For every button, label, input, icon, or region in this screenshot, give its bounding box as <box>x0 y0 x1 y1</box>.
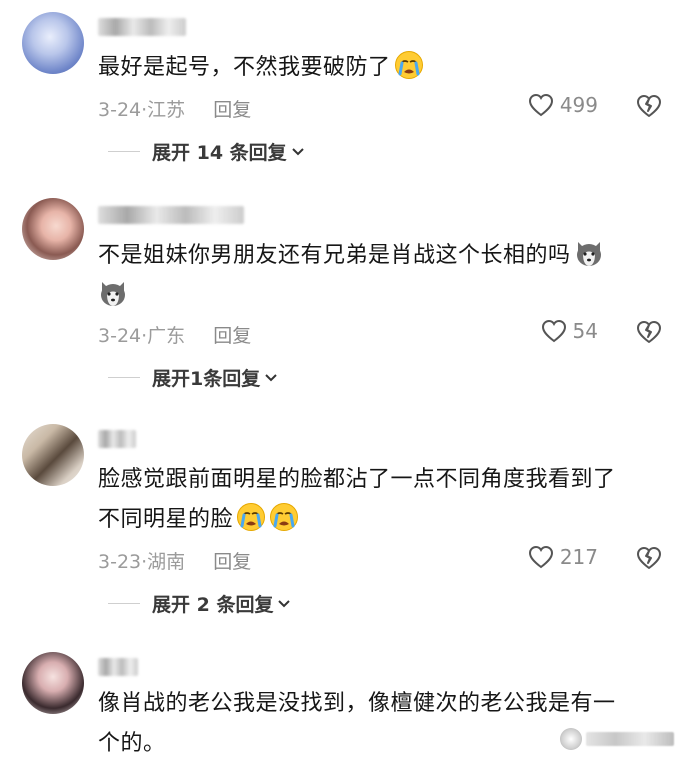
avatar[interactable] <box>22 12 84 74</box>
comment-meta: 3-24·江苏 回复 <box>98 95 251 122</box>
watermark-logo-icon <box>560 728 582 750</box>
crying-face-icon <box>270 503 299 531</box>
reply-button[interactable]: 回复 <box>213 551 251 573</box>
comment-text-line: 不是姐妹你男朋友还有兄弟是肖战这个长相的吗 <box>98 243 571 268</box>
dislike-button[interactable] <box>636 546 662 574</box>
husky-face-icon <box>576 242 601 266</box>
expand-replies-label: 展开1条回复 <box>152 368 261 390</box>
broken-heart-icon <box>637 321 661 343</box>
watermark <box>560 726 678 752</box>
avatar[interactable] <box>22 198 84 260</box>
comment-location: 广东 <box>147 325 186 347</box>
like-button[interactable]: 217 <box>528 545 598 569</box>
comment-text-line: 像肖战的老公我是没找到，像檀健次的老公我是有一 <box>98 691 616 716</box>
crying-face-icon <box>394 51 423 79</box>
heart-icon <box>528 545 553 569</box>
husky-face-icon <box>101 282 125 306</box>
username-blurred[interactable] <box>98 18 186 36</box>
divider <box>108 151 140 152</box>
dislike-button[interactable] <box>636 94 662 122</box>
chevron-down-icon <box>265 373 277 381</box>
username-blurred[interactable] <box>98 430 136 448</box>
broken-heart-icon <box>637 95 661 117</box>
comment-text-line: 最好是起号，不然我要破防了 <box>98 55 391 80</box>
comment-date: 3-24 <box>98 99 142 121</box>
dislike-button[interactable] <box>636 320 662 348</box>
like-button[interactable]: 54 <box>541 319 598 343</box>
watermark-text-blurred <box>586 732 674 746</box>
crying-face-icon <box>237 503 266 531</box>
expand-replies-label: 展开 14 条回复 <box>152 142 287 164</box>
comment-text: 不是姐妹你男朋友还有兄弟是肖战这个长相的吗 <box>98 236 660 316</box>
comment-location: 湖南 <box>147 551 186 573</box>
divider <box>108 603 140 604</box>
chevron-down-icon <box>291 147 304 155</box>
expand-replies-label: 展开 2 条回复 <box>152 594 274 616</box>
username-blurred[interactable] <box>98 658 138 676</box>
heart-icon <box>528 93 553 117</box>
comment-meta: 3-23·湖南 回复 <box>98 547 251 574</box>
reply-button[interactable]: 回复 <box>213 99 251 121</box>
like-count: 499 <box>559 93 598 117</box>
reply-button[interactable]: 回复 <box>213 325 251 347</box>
comment-text: 像肖战的老公我是没找到，像檀健次的老公我是有一 个的。 <box>98 684 660 764</box>
divider <box>108 377 140 378</box>
comment-text-line: 脸感觉跟前面明星的脸都沾了一点不同角度我看到了 <box>98 467 616 492</box>
comment-date: 3-24 <box>98 325 142 347</box>
comment-text: 脸感觉跟前面明星的脸都沾了一点不同角度我看到了 不同明星的脸 <box>98 460 660 540</box>
comment-location: 江苏 <box>147 99 186 121</box>
like-button[interactable]: 499 <box>528 93 598 117</box>
expand-replies-button[interactable]: 展开 14 条回复 <box>108 138 305 165</box>
like-count: 217 <box>559 545 598 569</box>
expand-replies-button[interactable]: 展开1条回复 <box>108 364 278 391</box>
comment-text-line: 不同明星的脸 <box>98 507 234 532</box>
avatar[interactable] <box>22 424 84 486</box>
comment-text-line: 个的。 <box>98 731 166 756</box>
comment-date: 3-23 <box>98 551 142 573</box>
comment-text: 最好是起号，不然我要破防了 <box>98 48 660 88</box>
comment-meta: 3-24·广东 回复 <box>98 321 251 348</box>
avatar[interactable] <box>22 652 84 714</box>
heart-icon <box>541 319 566 343</box>
expand-replies-button[interactable]: 展开 2 条回复 <box>108 590 291 617</box>
username-blurred[interactable] <box>98 206 244 224</box>
broken-heart-icon <box>637 547 661 569</box>
chevron-down-icon <box>278 599 291 607</box>
like-count: 54 <box>572 319 598 343</box>
